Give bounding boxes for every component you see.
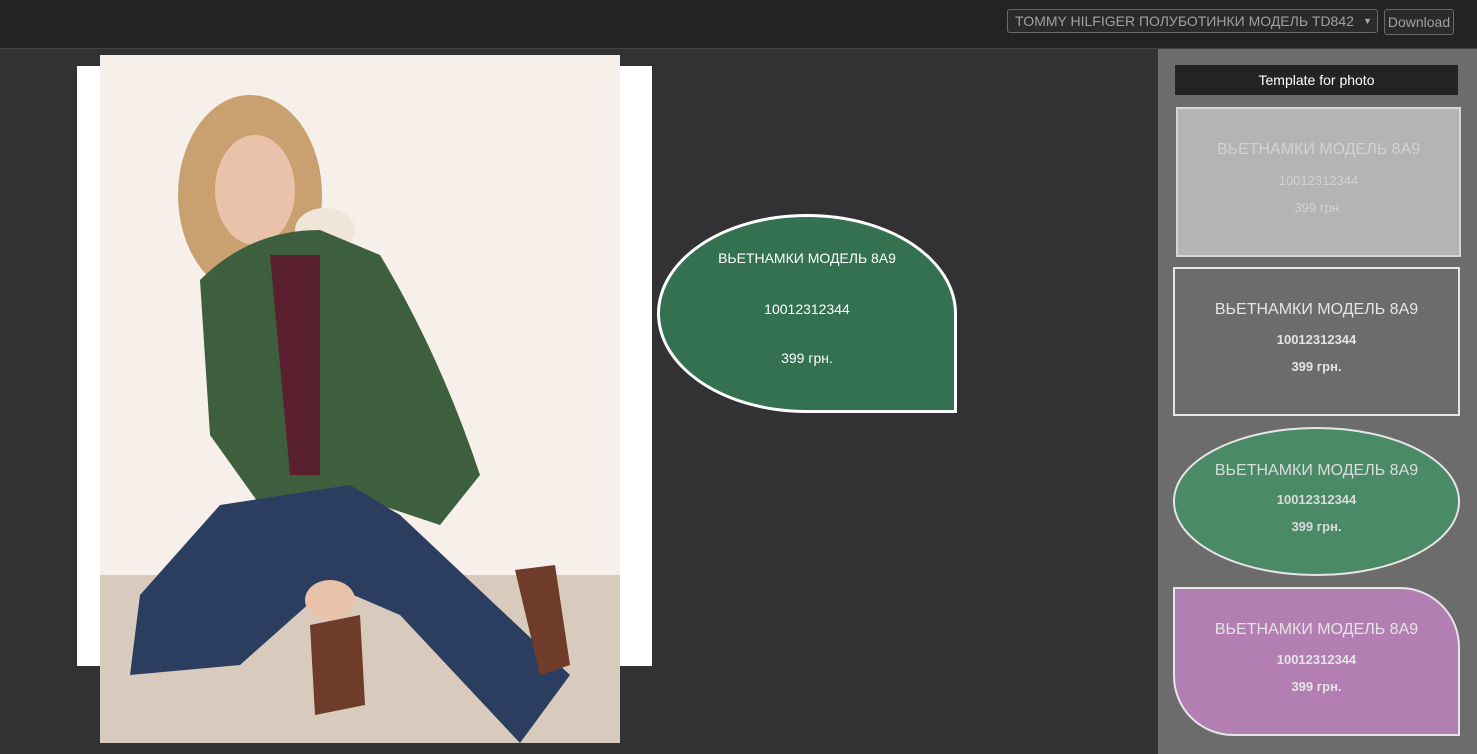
- product-photo-image: [100, 55, 620, 743]
- chevron-down-icon: ▼: [1363, 16, 1372, 26]
- template-price: 399 грн.: [1291, 359, 1342, 374]
- product-photo[interactable]: [100, 55, 620, 743]
- label-sku: 10012312344: [764, 301, 850, 317]
- template-sku: 10012312344: [1276, 652, 1357, 667]
- template-product-name: ВЬЕТНАМКИ МОДЕЛЬ 8А9: [1214, 462, 1419, 479]
- template-product-name: ВЬЕТНАМКИ МОДЕЛЬ 8А9: [1216, 141, 1421, 158]
- template-sku: 10012312344: [1276, 492, 1357, 507]
- template-price: 399 грн.: [1291, 679, 1342, 694]
- top-toolbar: TOMMY HILFIGER ПОЛУБОТИНКИ МОДЕЛЬ TD842 …: [0, 0, 1477, 49]
- template-option-gray-rect[interactable]: ВЬЕТНАМКИ МОДЕЛЬ 8А9 10012312344 399 грн…: [1176, 107, 1461, 257]
- template-sku: 10012312344: [1276, 332, 1357, 347]
- template-product-name: ВЬЕТНАМКИ МОДЕЛЬ 8А9: [1214, 621, 1419, 638]
- template-option-purple-leaf[interactable]: ВЬЕТНАМКИ МОДЕЛЬ 8А9 10012312344 399 грн…: [1173, 587, 1460, 736]
- template-sku: 10012312344: [1278, 173, 1359, 188]
- template-price: 399 грн.: [1294, 200, 1343, 215]
- label-price: 399 грн.: [781, 350, 833, 366]
- template-product-name: ВЬЕТНАМКИ МОДЕЛЬ 8А9: [1214, 301, 1419, 318]
- product-select[interactable]: TOMMY HILFIGER ПОЛУБОТИНКИ МОДЕЛЬ TD842 …: [1007, 9, 1378, 33]
- template-price: 399 грн.: [1291, 519, 1342, 534]
- template-sidebar: Template for photo ВЬЕТНАМКИ МОДЕЛЬ 8А9 …: [1158, 49, 1477, 754]
- download-button[interactable]: Download: [1384, 9, 1454, 35]
- label-product-name: ВЬЕТНАМКИ МОДЕЛЬ 8А9: [718, 250, 896, 266]
- template-panel-title: Template for photo: [1175, 65, 1458, 95]
- template-option-dark-rect[interactable]: ВЬЕТНАМКИ МОДЕЛЬ 8А9 10012312344 399 грн…: [1173, 267, 1460, 416]
- product-select-value: TOMMY HILFIGER ПОЛУБОТИНКИ МОДЕЛЬ TD842: [1015, 13, 1354, 29]
- template-option-green-ellipse[interactable]: ВЬЕТНАМКИ МОДЕЛЬ 8А9 10012312344 399 грн…: [1173, 427, 1460, 576]
- product-price-label[interactable]: ВЬЕТНАМКИ МОДЕЛЬ 8А9 10012312344 399 грн…: [657, 214, 957, 413]
